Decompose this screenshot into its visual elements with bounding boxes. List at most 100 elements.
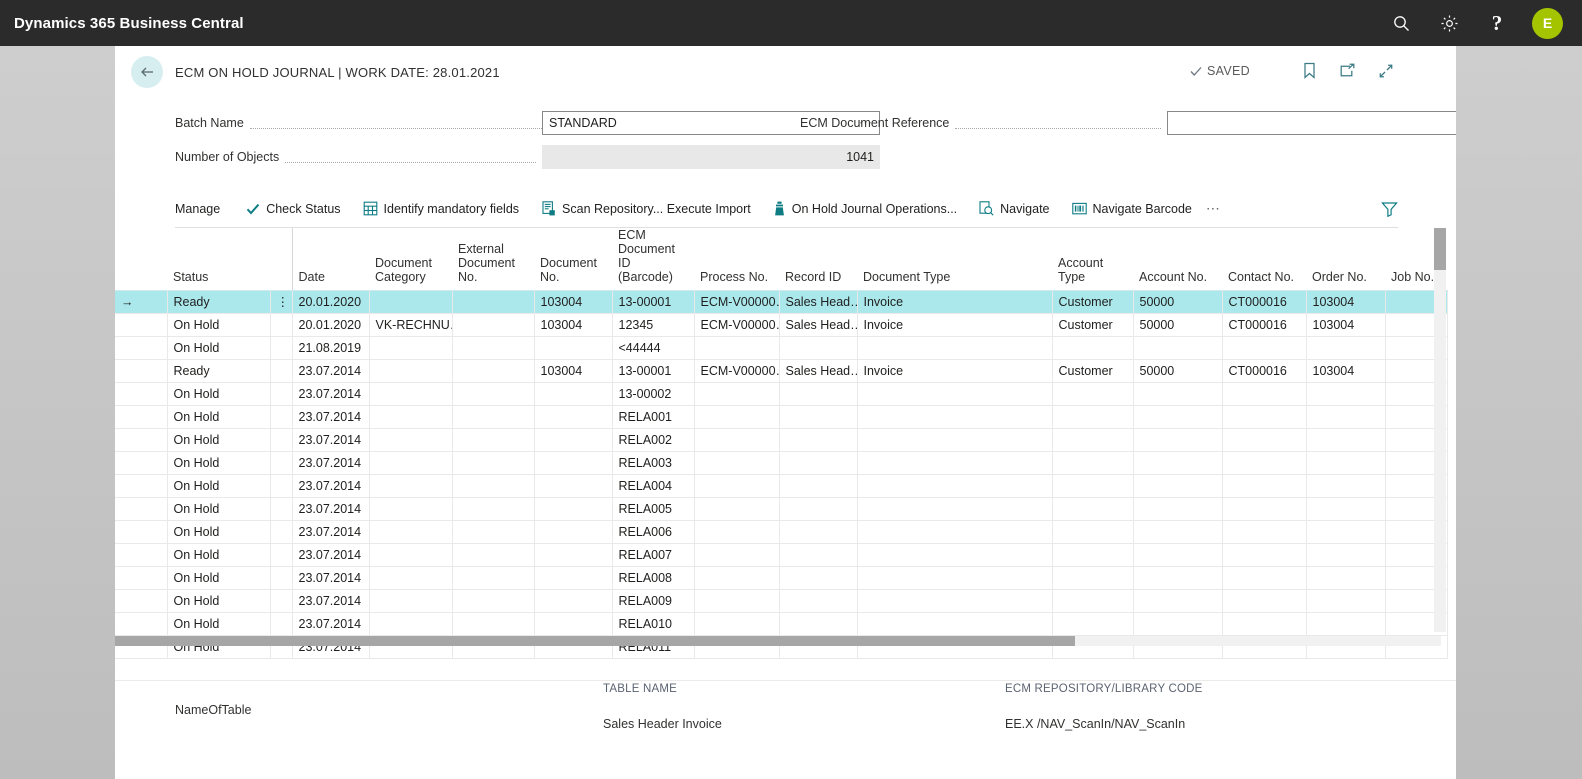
cell-date[interactable]: 20.01.2020 bbox=[292, 291, 369, 314]
col-header-status[interactable]: Status bbox=[167, 228, 270, 291]
cell-doc-no[interactable]: 103004 bbox=[534, 314, 612, 337]
cell-doc-type[interactable]: Invoice bbox=[857, 360, 1052, 383]
col-header-ecm-document-id[interactable]: ECM Document ID (Barcode) bbox=[612, 228, 694, 291]
cell-ext-doc-no[interactable] bbox=[452, 360, 534, 383]
cell-account-no[interactable] bbox=[1133, 567, 1222, 590]
cell-account-no[interactable] bbox=[1133, 521, 1222, 544]
cell-account-no[interactable] bbox=[1133, 406, 1222, 429]
cell-date[interactable]: 23.07.2014 bbox=[292, 360, 369, 383]
table-row[interactable]: On Hold23.07.2014RELA006 bbox=[115, 521, 1447, 544]
cell-order-no[interactable] bbox=[1306, 590, 1385, 613]
cell-contact-no[interactable] bbox=[1222, 521, 1306, 544]
row-menu-button[interactable] bbox=[270, 360, 292, 383]
table-row[interactable]: On Hold23.07.2014RELA002 bbox=[115, 429, 1447, 452]
cell-doc-no[interactable]: 103004 bbox=[534, 360, 612, 383]
cell-contact-no[interactable]: CT000016 bbox=[1222, 360, 1306, 383]
cell-ecm-doc-id[interactable]: RELA009 bbox=[612, 590, 694, 613]
cell-record-id[interactable] bbox=[779, 383, 857, 406]
cell-status[interactable]: Ready bbox=[167, 291, 270, 314]
cell-ext-doc-no[interactable] bbox=[452, 521, 534, 544]
cell-date[interactable]: 23.07.2014 bbox=[292, 406, 369, 429]
cell-contact-no[interactable] bbox=[1222, 498, 1306, 521]
cell-contact-no[interactable] bbox=[1222, 406, 1306, 429]
cell-doc-category[interactable] bbox=[369, 613, 452, 636]
cell-doc-type[interactable] bbox=[857, 544, 1052, 567]
cell-order-no[interactable] bbox=[1306, 475, 1385, 498]
cell-status[interactable]: On Hold bbox=[167, 452, 270, 475]
collapse-icon[interactable] bbox=[1378, 63, 1394, 79]
cell-contact-no[interactable]: CT000016 bbox=[1222, 291, 1306, 314]
cell-date[interactable]: 23.07.2014 bbox=[292, 521, 369, 544]
cell-status[interactable]: On Hold bbox=[167, 314, 270, 337]
cell-doc-no[interactable] bbox=[534, 613, 612, 636]
cell-doc-type[interactable] bbox=[857, 337, 1052, 360]
cell-order-no[interactable] bbox=[1306, 498, 1385, 521]
cell-record-id[interactable] bbox=[779, 429, 857, 452]
gear-icon[interactable] bbox=[1436, 10, 1462, 36]
table-row[interactable]: Ready23.07.201410300413-00001ECM-V00000…… bbox=[115, 360, 1447, 383]
cell-contact-no[interactable] bbox=[1222, 337, 1306, 360]
cell-doc-category[interactable]: VK-RECHNU… bbox=[369, 314, 452, 337]
cell-contact-no[interactable] bbox=[1222, 613, 1306, 636]
cell-order-no[interactable] bbox=[1306, 406, 1385, 429]
back-button[interactable] bbox=[131, 56, 163, 88]
cell-doc-category[interactable] bbox=[369, 498, 452, 521]
cell-account-type[interactable] bbox=[1052, 498, 1133, 521]
cell-ecm-doc-id[interactable]: RELA010 bbox=[612, 613, 694, 636]
cell-account-type[interactable]: Customer bbox=[1052, 314, 1133, 337]
col-header-process-no[interactable]: Process No. bbox=[694, 228, 779, 291]
filter-icon[interactable] bbox=[1381, 201, 1398, 217]
cell-account-no[interactable] bbox=[1133, 590, 1222, 613]
cell-ext-doc-no[interactable] bbox=[452, 383, 534, 406]
cell-doc-category[interactable] bbox=[369, 567, 452, 590]
cell-doc-no[interactable]: 103004 bbox=[534, 291, 612, 314]
table-row[interactable]: On Hold23.07.2014RELA001 bbox=[115, 406, 1447, 429]
help-icon[interactable]: ? bbox=[1484, 10, 1510, 36]
cell-process-no[interactable] bbox=[694, 406, 779, 429]
toolbar-manage[interactable]: Manage bbox=[175, 202, 220, 216]
cell-doc-category[interactable] bbox=[369, 452, 452, 475]
cell-doc-type[interactable] bbox=[857, 475, 1052, 498]
cell-order-no[interactable] bbox=[1306, 544, 1385, 567]
cell-order-no[interactable] bbox=[1306, 521, 1385, 544]
cell-process-no[interactable] bbox=[694, 544, 779, 567]
grid-horizontal-scrollbar[interactable] bbox=[115, 636, 1441, 646]
search-icon[interactable] bbox=[1388, 10, 1414, 36]
cell-process-no[interactable] bbox=[694, 521, 779, 544]
cell-account-no[interactable] bbox=[1133, 544, 1222, 567]
cell-doc-category[interactable] bbox=[369, 337, 452, 360]
table-row[interactable]: On Hold23.07.2014RELA010 bbox=[115, 613, 1447, 636]
cell-doc-type[interactable] bbox=[857, 521, 1052, 544]
cell-doc-no[interactable] bbox=[534, 521, 612, 544]
cell-ecm-doc-id[interactable]: RELA003 bbox=[612, 452, 694, 475]
cell-doc-type[interactable] bbox=[857, 406, 1052, 429]
toolbar-identify-mandatory-fields[interactable]: Identify mandatory fields bbox=[363, 201, 520, 216]
cell-ext-doc-no[interactable] bbox=[452, 452, 534, 475]
cell-status[interactable]: On Hold bbox=[167, 475, 270, 498]
cell-ecm-doc-id[interactable]: RELA005 bbox=[612, 498, 694, 521]
table-row[interactable]: On Hold23.07.201413-00002 bbox=[115, 383, 1447, 406]
cell-account-no[interactable] bbox=[1133, 452, 1222, 475]
cell-ext-doc-no[interactable] bbox=[452, 613, 534, 636]
cell-account-type[interactable] bbox=[1052, 452, 1133, 475]
cell-status[interactable]: On Hold bbox=[167, 567, 270, 590]
cell-order-no[interactable]: 103004 bbox=[1306, 291, 1385, 314]
cell-process-no[interactable] bbox=[694, 429, 779, 452]
table-row[interactable]: On Hold23.07.2014RELA009 bbox=[115, 590, 1447, 613]
cell-record-id[interactable] bbox=[779, 406, 857, 429]
cell-status[interactable]: On Hold bbox=[167, 613, 270, 636]
cell-date[interactable]: 23.07.2014 bbox=[292, 475, 369, 498]
cell-doc-type[interactable] bbox=[857, 429, 1052, 452]
cell-contact-no[interactable]: CT000016 bbox=[1222, 314, 1306, 337]
cell-ext-doc-no[interactable] bbox=[452, 475, 534, 498]
cell-record-id[interactable]: Sales Head… bbox=[779, 314, 857, 337]
col-header-account-type[interactable]: Account Type bbox=[1052, 228, 1133, 291]
row-menu-button[interactable]: ⋮ bbox=[270, 291, 292, 314]
cell-doc-type[interactable] bbox=[857, 452, 1052, 475]
row-menu-button[interactable] bbox=[270, 498, 292, 521]
row-menu-button[interactable] bbox=[270, 567, 292, 590]
cell-process-no[interactable]: ECM-V00000… bbox=[694, 360, 779, 383]
bookmark-icon[interactable] bbox=[1302, 62, 1317, 79]
cell-record-id[interactable] bbox=[779, 590, 857, 613]
table-row[interactable]: On Hold23.07.2014RELA005 bbox=[115, 498, 1447, 521]
